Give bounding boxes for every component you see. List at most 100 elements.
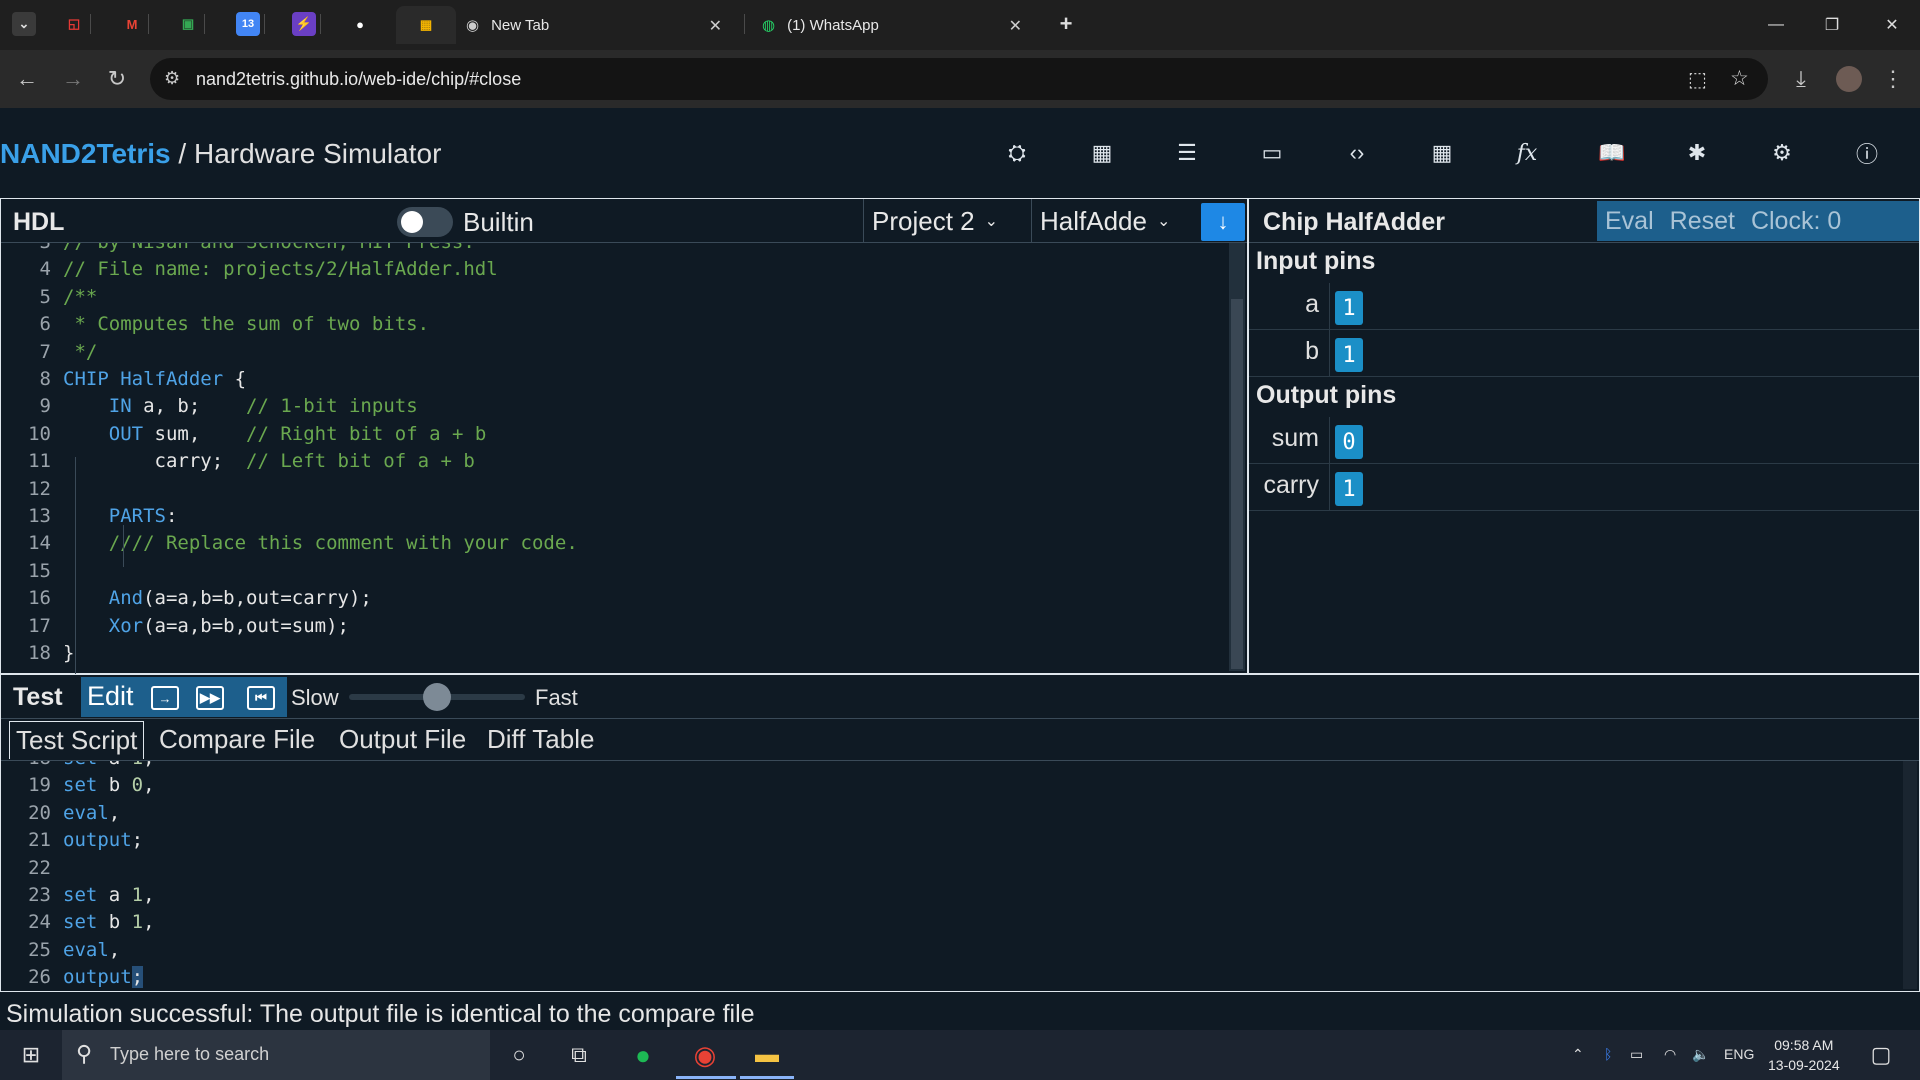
code-line[interactable]: 21 output;	[1, 829, 143, 856]
taskbar-search[interactable]: ⚲ Type here to search	[62, 1030, 490, 1080]
code-line[interactable]: 12	[1, 478, 1229, 505]
code-line[interactable]: 6 * Computes the sum of two bits.	[1, 313, 1229, 340]
task-view-icon[interactable]: ⧉	[564, 1040, 594, 1070]
code-line[interactable]: 24 set b 1,	[1, 911, 154, 938]
code-line[interactable]: 23 set a 1,	[1, 884, 154, 911]
project-select[interactable]: Project 2 ⌄	[863, 199, 1031, 243]
tab-output-file[interactable]: Output File	[333, 721, 472, 759]
code-line[interactable]: 15	[1, 560, 1229, 587]
github-icon[interactable]: ●	[348, 12, 372, 36]
pin-value-toggle[interactable]: 1	[1335, 338, 1363, 372]
settings-gear-icon[interactable]: ⚙	[1767, 138, 1797, 168]
google-calendar-icon[interactable]: 13	[236, 12, 260, 36]
code-line[interactable]: 10 OUT sum, // Right bit of a + b	[1, 423, 1229, 450]
run-fast-forward-icon[interactable]: ▶▶	[196, 686, 224, 710]
test-script-editor[interactable]: 18set a 1,19set b 0,20eval,21output;2223…	[1, 761, 1901, 989]
hdl-scrollbar[interactable]	[1229, 243, 1245, 671]
chip-select[interactable]: HalfAdde ⌄	[1031, 199, 1199, 243]
code-line[interactable]: 18set a 1,	[1, 761, 154, 774]
download-button[interactable]: ↓	[1201, 203, 1245, 241]
chip-icon[interactable]: ⛭	[1002, 138, 1032, 168]
code-line[interactable]: 4 // File name: projects/2/HalfAdder.hdl	[1, 258, 1229, 285]
reload-icon[interactable]: ↻	[102, 64, 132, 94]
cortana-icon[interactable]: ○	[504, 1040, 534, 1070]
address-bar[interactable]: ⚙ nand2tetris.github.io/web-ide/chip/#cl…	[150, 58, 1768, 100]
restore-icon[interactable]: ❐	[1812, 10, 1852, 40]
tab-whatsapp[interactable]: ◍ (1) WhatsApp ✕	[752, 8, 1032, 42]
system-clock[interactable]: 09:58 AM 13-09-2024	[1768, 1035, 1840, 1075]
code-line[interactable]: 20 eval,	[1, 802, 120, 829]
function-icon[interactable]: fx	[1512, 138, 1542, 168]
code-line[interactable]: 22	[1, 857, 63, 884]
compiler-code-icon[interactable]: ‹›	[1342, 138, 1372, 168]
code-line[interactable]: 18}	[1, 642, 1229, 669]
lightning-app-icon[interactable]: ⚡	[292, 12, 316, 36]
brand-link[interactable]: NAND2Tetris	[0, 138, 171, 169]
code-line[interactable]: 26 output;	[1, 966, 144, 989]
wifi-icon[interactable]: ◠	[1664, 1046, 1676, 1063]
rewind-icon[interactable]: ⏮	[247, 686, 275, 710]
downloads-icon[interactable]: ⤓	[1786, 64, 1816, 94]
code-line[interactable]: 25 eval,	[1, 939, 120, 966]
code-line[interactable]: 13 PARTS:	[1, 505, 1229, 532]
code-line[interactable]: 19 set b 0,	[1, 774, 154, 801]
google-chat-icon[interactable]: ▣	[176, 12, 200, 36]
code-line[interactable]: 8 CHIP HalfAdder {	[1, 368, 1229, 395]
chevron-up-icon[interactable]: ⌃	[1572, 1046, 1584, 1063]
code-line[interactable]: 14 //// Replace this comment with your c…	[1, 532, 1229, 559]
bug-icon[interactable]: ✱	[1682, 138, 1712, 168]
clock-button[interactable]: Clock: 0	[1751, 207, 1841, 236]
reset-button[interactable]: Reset	[1670, 207, 1735, 236]
close-tab-icon[interactable]: ✕	[1009, 16, 1022, 36]
minimize-icon[interactable]: —	[1756, 10, 1796, 40]
cpu-icon[interactable]: ▦	[1087, 138, 1117, 168]
profile-avatar[interactable]	[1836, 66, 1862, 92]
tab-new-tab[interactable]: ◉ New Tab ✕	[456, 8, 732, 42]
assembler-list-icon[interactable]: ☰	[1172, 138, 1202, 168]
new-tab-icon[interactable]: +	[1054, 11, 1078, 36]
code-line[interactable]: 11 carry; // Left bit of a + b	[1, 450, 1229, 477]
hdl-editor[interactable]: 3// by Nisan and Schocken, MIT Press.4//…	[1, 243, 1229, 673]
code-line[interactable]: 17 Xor(a=a,b=b,out=sum);	[1, 615, 1229, 642]
install-app-icon[interactable]: ⬚	[1688, 67, 1707, 92]
test-scrollbar[interactable]	[1903, 761, 1917, 989]
spotify-icon[interactable]: ●	[628, 1040, 658, 1070]
bluetooth-icon[interactable]: ᛒ	[1604, 1046, 1612, 1062]
info-icon[interactable]: ⓘ	[1852, 138, 1882, 168]
tab-search-icon[interactable]: ⌄	[12, 12, 36, 36]
tab-test-script[interactable]: Test Script	[9, 721, 145, 759]
language-indicator[interactable]: ENG	[1724, 1046, 1754, 1062]
windows-start-icon[interactable]: ⊞	[16, 1040, 46, 1070]
menu-kebab-icon[interactable]: ⋮	[1878, 64, 1908, 94]
tab-diff-table[interactable]: Diff Table	[481, 721, 600, 759]
vm-screen-icon[interactable]: ▭	[1257, 138, 1287, 168]
book-icon[interactable]: 📖	[1597, 138, 1627, 168]
tab-compare-file[interactable]: Compare File	[153, 721, 321, 759]
battery-icon[interactable]: ▭	[1630, 1046, 1643, 1063]
code-line[interactable]: 16 And(a=a,b=b,out=carry);	[1, 587, 1229, 614]
notifications-icon[interactable]: ▢	[1866, 1040, 1896, 1070]
site-info-icon[interactable]: ⚙	[164, 68, 180, 89]
code-line[interactable]: 5 /**	[1, 286, 1229, 313]
back-icon[interactable]: ←	[12, 64, 42, 94]
builtin-toggle[interactable]	[397, 207, 453, 237]
volume-icon[interactable]: 🔈	[1692, 1046, 1709, 1063]
pin-value-toggle[interactable]: 1	[1335, 291, 1363, 325]
tab-pinned-1-icon[interactable]: ◱	[62, 12, 86, 36]
url-text[interactable]: nand2tetris.github.io/web-ide/chip/#clos…	[196, 69, 521, 90]
gmail-icon[interactable]: M	[120, 12, 144, 36]
code-line[interactable]: 3// by Nisan and Schocken, MIT Press.	[1, 243, 1229, 258]
file-explorer-icon[interactable]: ▬	[752, 1040, 782, 1070]
code-line[interactable]: 7 */	[1, 341, 1229, 368]
code-line[interactable]: 9 IN a, b; // 1-bit inputs	[1, 395, 1229, 422]
chrome-taskbar-icon[interactable]: ◉	[690, 1040, 720, 1070]
eval-button[interactable]: Eval	[1605, 207, 1654, 236]
step-icon[interactable]: →	[151, 686, 179, 710]
active-tab-nand2tetris[interactable]: ▦	[396, 6, 456, 44]
scrollbar-thumb[interactable]	[1231, 299, 1243, 669]
edit-button[interactable]: Edit	[87, 681, 134, 712]
forward-icon[interactable]: →	[58, 64, 88, 94]
close-tab-icon[interactable]: ✕	[709, 16, 722, 36]
close-window-icon[interactable]: ✕	[1872, 10, 1912, 40]
speed-slider-handle[interactable]	[423, 683, 451, 711]
